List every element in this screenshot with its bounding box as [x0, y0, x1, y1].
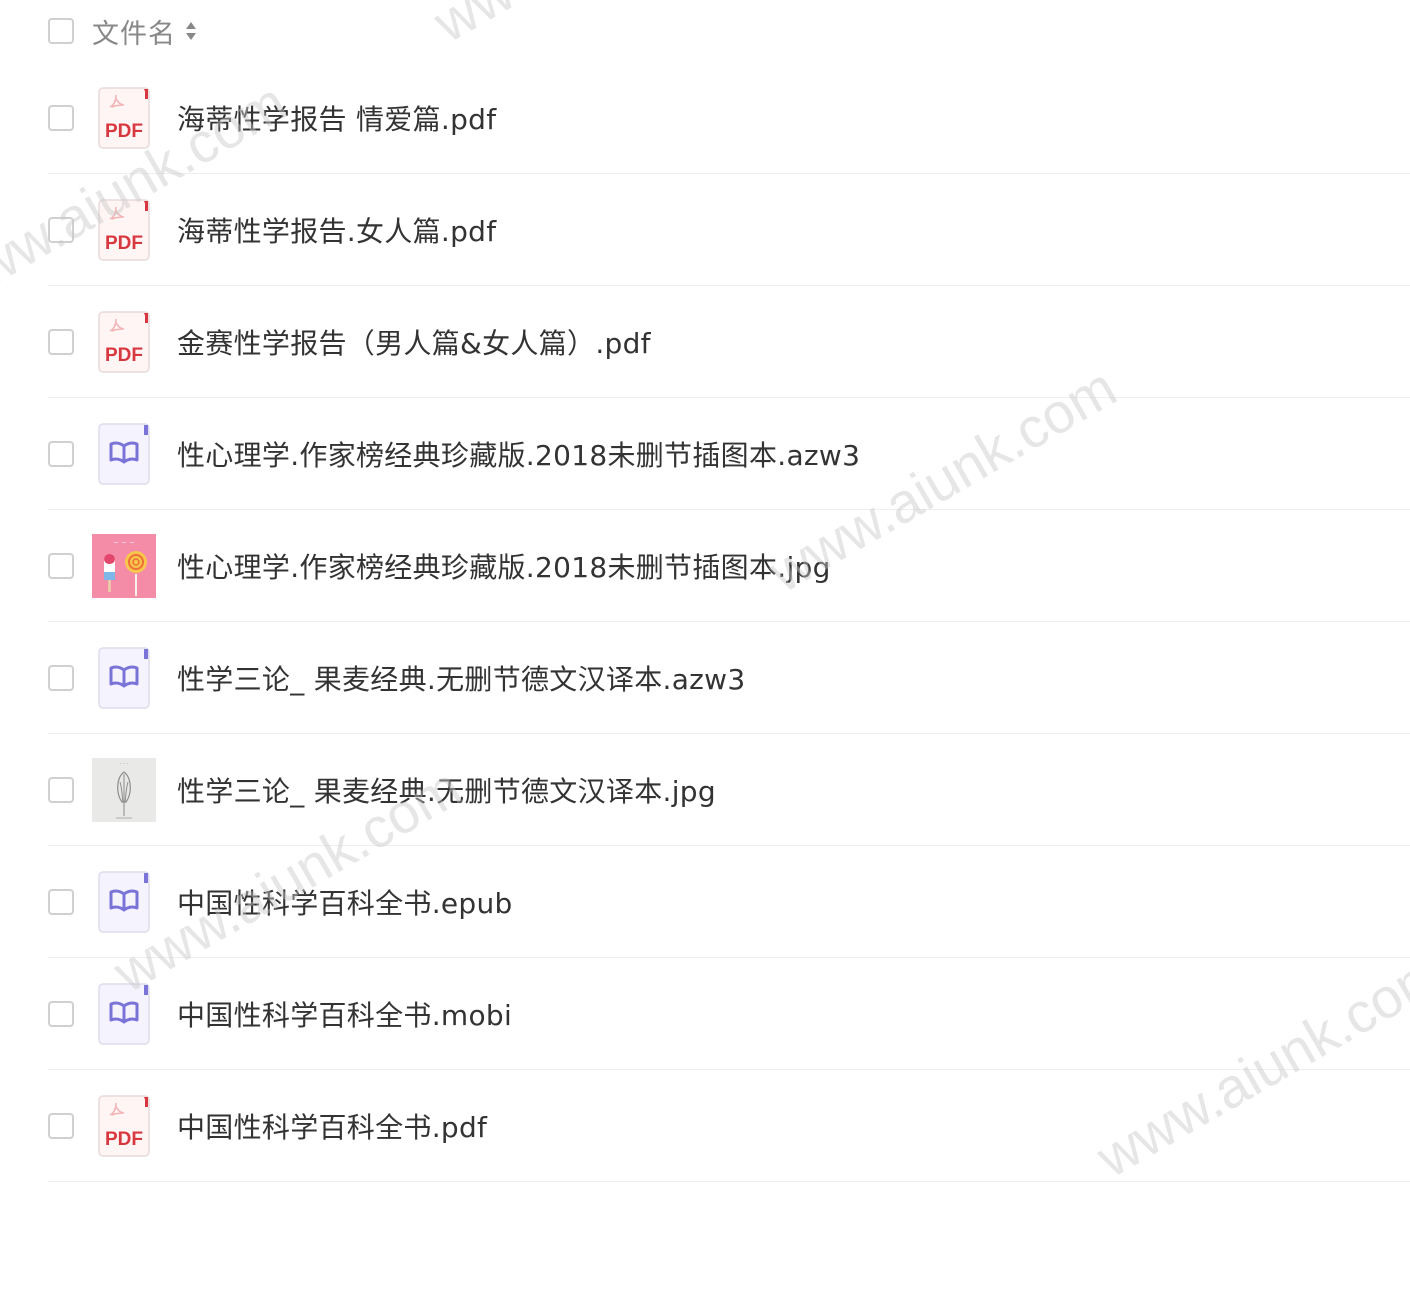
pdf-badge-text: PDF — [105, 233, 143, 254]
file-name[interactable]: 性学三论_ 果麦经典.无删节德文汉译本.jpg — [177, 770, 716, 810]
ebook-file-icon — [92, 982, 156, 1046]
file-row[interactable]: 性心理学.作家榜经典珍藏版.2018未删节插图本.azw3 — [48, 398, 1410, 510]
pdf-badge-text: PDF — [105, 121, 143, 142]
file-row[interactable]: PDF 海蒂性学报告.女人篇.pdf — [48, 174, 1410, 286]
pdf-file-icon: PDF — [92, 1094, 156, 1158]
pdf-file-icon: PDF — [92, 310, 156, 374]
pdf-badge-text: PDF — [105, 1129, 143, 1150]
file-name[interactable]: 海蒂性学报告 情爱篇.pdf — [177, 98, 496, 138]
file-row-checkbox[interactable] — [48, 104, 74, 131]
file-row-checkbox[interactable] — [48, 1000, 74, 1027]
select-all-checkbox[interactable] — [48, 18, 74, 44]
file-row-checkbox[interactable] — [48, 216, 74, 243]
svg-text:· · ·: · · · — [119, 761, 129, 768]
file-row-checkbox[interactable] — [48, 328, 74, 355]
file-row[interactable]: PDF 中国性科学百科全书.pdf — [48, 1070, 1410, 1182]
file-name[interactable]: 中国性科学百科全书.epub — [177, 882, 513, 922]
file-list-header: 文件名 — [48, 0, 1410, 62]
ebook-file-icon — [92, 870, 156, 934]
ebook-file-icon — [92, 646, 156, 710]
ebook-file-icon — [92, 422, 156, 486]
file-name[interactable]: 性心理学.作家榜经典珍藏版.2018未删节插图本.azw3 — [177, 434, 860, 474]
sort-icon[interactable] — [184, 19, 198, 43]
file-row[interactable]: PDF 海蒂性学报告 情爱篇.pdf — [48, 62, 1410, 174]
file-name[interactable]: 中国性科学百科全书.mobi — [177, 994, 512, 1034]
file-row[interactable]: 性学三论_ 果麦经典.无删节德文汉译本.azw3 — [48, 622, 1410, 734]
svg-text:~ ~ ~: ~ ~ ~ — [113, 539, 135, 547]
pdf-file-icon: PDF — [92, 198, 156, 262]
file-row-checkbox[interactable] — [48, 776, 74, 803]
file-row[interactable]: 中国性科学百科全书.epub — [48, 846, 1410, 958]
file-row[interactable]: ~ ~ ~ 性心理学.作家榜经典珍藏版.2018未删节插图本.jpg — [48, 510, 1410, 622]
file-row[interactable]: · · · 性学三论_ 果麦经典.无删节德文汉译本.jpg — [48, 734, 1410, 846]
image-thumbnail: · · · — [92, 757, 156, 822]
file-list: 文件名 PDF 海蒂性学报告 情爱篇.pdf PDF 海蒂性学报告.女人篇.pdf PD… — [48, 0, 1410, 1182]
file-name[interactable]: 中国性科学百科全书.pdf — [177, 1106, 487, 1146]
pdf-file-icon: PDF — [92, 86, 156, 150]
pdf-badge-text: PDF — [105, 345, 143, 366]
file-name[interactable]: 海蒂性学报告.女人篇.pdf — [177, 210, 496, 250]
file-row-checkbox[interactable] — [48, 664, 74, 691]
filename-column-header[interactable]: 文件名 — [92, 12, 176, 51]
file-row-checkbox[interactable] — [48, 552, 74, 579]
file-name[interactable]: 性学三论_ 果麦经典.无删节德文汉译本.azw3 — [177, 658, 745, 698]
file-name[interactable]: 性心理学.作家榜经典珍藏版.2018未删节插图本.jpg — [177, 546, 831, 586]
file-name[interactable]: 金赛性学报告（男人篇&女人篇）.pdf — [177, 322, 651, 362]
image-thumbnail: ~ ~ ~ — [92, 533, 156, 598]
file-row-checkbox[interactable] — [48, 1112, 74, 1139]
file-row[interactable]: PDF 金赛性学报告（男人篇&女人篇）.pdf — [48, 286, 1410, 398]
file-row-checkbox[interactable] — [48, 440, 74, 467]
file-row-checkbox[interactable] — [48, 888, 74, 915]
file-row[interactable]: 中国性科学百科全书.mobi — [48, 958, 1410, 1070]
